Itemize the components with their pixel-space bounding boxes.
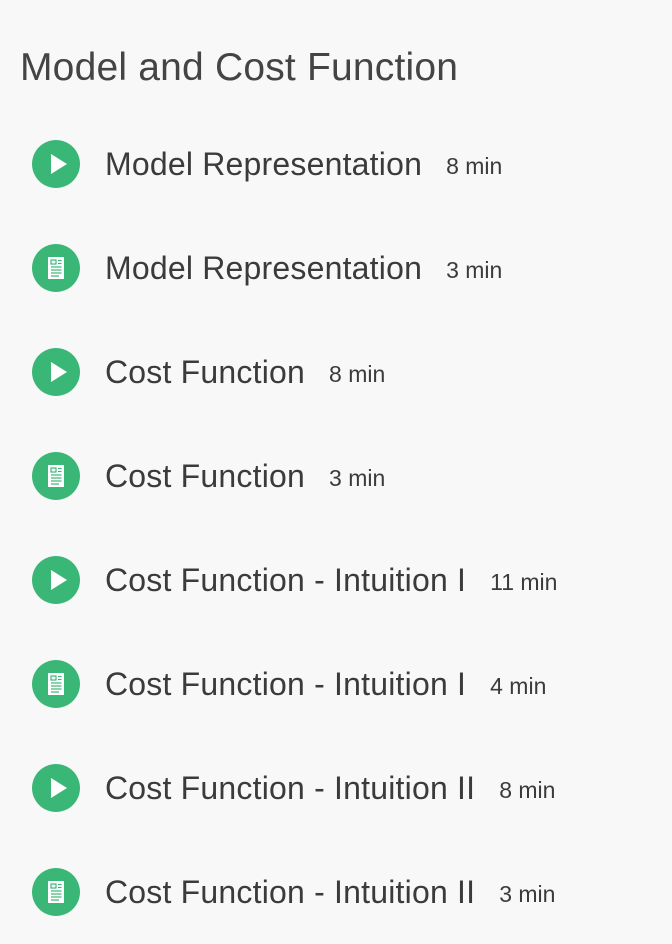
lesson-item-reading[interactable]: Cost Function - Intuition I 4 min: [0, 632, 672, 736]
lesson-duration: 3 min: [446, 256, 503, 283]
lesson-duration: 8 min: [446, 152, 503, 179]
course-week-page: Model and Cost Function Model Representa…: [0, 0, 672, 944]
lesson-title: Cost Function: [105, 457, 306, 494]
lesson-title: Cost Function - Intuition I: [105, 665, 467, 702]
document-icon: [32, 244, 80, 292]
lesson-duration: 8 min: [329, 360, 386, 387]
lesson-title: Model Representation: [105, 249, 423, 286]
lesson-title: Cost Function - Intuition II: [105, 873, 476, 910]
play-icon: [32, 140, 80, 188]
lesson-title: Cost Function - Intuition I: [105, 561, 467, 598]
lesson-duration: 8 min: [499, 776, 556, 803]
lesson-item-reading[interactable]: Cost Function - Intuition II 3 min: [0, 840, 672, 944]
document-icon: [32, 660, 80, 708]
lesson-item-reading[interactable]: Model Representation 3 min: [0, 216, 672, 320]
lesson-duration: 3 min: [499, 880, 556, 907]
lesson-title: Cost Function - Intuition II: [105, 769, 476, 806]
section-title: Model and Cost Function: [20, 46, 459, 89]
lesson-item-video[interactable]: Cost Function 8 min: [0, 320, 672, 424]
lesson-duration: 3 min: [329, 464, 386, 491]
document-icon: [32, 452, 80, 500]
lesson-item-video[interactable]: Model Representation 8 min: [0, 112, 672, 216]
document-icon: [32, 868, 80, 916]
lesson-item-video[interactable]: Cost Function - Intuition II 8 min: [0, 736, 672, 840]
play-icon: [32, 556, 80, 604]
lesson-duration: 4 min: [490, 672, 547, 699]
lesson-title: Cost Function: [105, 353, 306, 390]
play-icon: [32, 348, 80, 396]
play-icon: [32, 764, 80, 812]
lesson-title: Model Representation: [105, 145, 423, 182]
lesson-item-reading[interactable]: Cost Function 3 min: [0, 424, 672, 528]
lesson-item-video[interactable]: Cost Function - Intuition I 11 min: [0, 528, 672, 632]
lesson-duration: 11 min: [490, 568, 558, 595]
lesson-list: Model Representation 8 min Model Represe…: [0, 112, 672, 944]
